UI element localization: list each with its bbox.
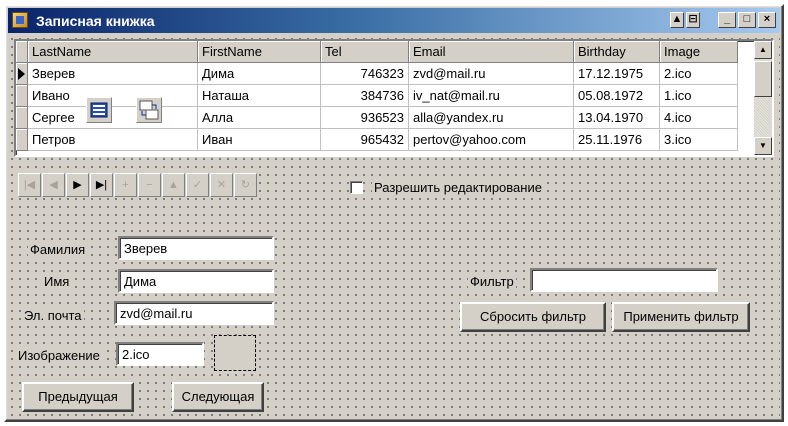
nav-edit-icon[interactable]: ▲ <box>162 173 185 197</box>
next-button[interactable]: Следующая <box>172 382 264 412</box>
row-indicator <box>16 107 28 129</box>
filter-input[interactable] <box>530 268 718 292</box>
table-cell[interactable]: Петров <box>28 129 198 151</box>
grid-mode-icon[interactable]: ⊟ <box>686 12 700 28</box>
scroll-thumb[interactable] <box>754 61 772 97</box>
table-cell[interactable]: 17.12.1975 <box>574 63 660 85</box>
column-header[interactable]: Image <box>660 41 738 63</box>
row-indicator <box>16 129 28 151</box>
nav-next-icon[interactable]: ▶ <box>66 173 89 197</box>
current-row-arrow-icon <box>18 68 25 80</box>
db-navigator: |◀ ◀ ▶ ▶| + − ▲ ✓ ✕ ↻ <box>18 173 258 199</box>
allow-edit-checkbox[interactable] <box>350 181 363 194</box>
close-button[interactable]: × <box>758 12 776 28</box>
image-preview <box>214 335 256 371</box>
firstname-field[interactable]: Дима <box>118 269 274 293</box>
table-cell[interactable]: Зверев <box>28 63 198 85</box>
table-cell[interactable]: 05.08.1972 <box>574 85 660 107</box>
table-cell[interactable]: 384736 <box>321 85 409 107</box>
table-cell[interactable]: Дима <box>198 63 321 85</box>
nav-last-icon[interactable]: ▶| <box>90 173 113 197</box>
lastname-field[interactable]: Зверев <box>118 236 274 260</box>
column-header[interactable]: LastName <box>28 41 198 63</box>
filter-label: Фильтр <box>468 273 516 291</box>
minimize-button[interactable]: _ <box>718 12 736 28</box>
nav-first-icon[interactable]: |◀ <box>18 173 41 197</box>
app-icon <box>12 12 28 28</box>
title-bar[interactable]: Записная книжка ▲ ⊟ _ □ × <box>8 8 780 33</box>
column-header[interactable]: FirstName <box>198 41 321 63</box>
table-row[interactable]: Петров Иван 965432 pertov@yahoo.com 25.1… <box>16 129 738 151</box>
table-cell[interactable]: 25.11.1976 <box>574 129 660 151</box>
header-indicator <box>16 41 28 63</box>
image-label: Изображение <box>16 347 102 365</box>
table-row[interactable]: Зверев Дима 746323 zvd@mail.ru 17.12.197… <box>16 63 738 85</box>
nav-cancel-icon[interactable]: ✕ <box>210 173 233 197</box>
apply-filter-button[interactable]: Применить фильтр <box>612 302 750 332</box>
table-cell[interactable]: 1.ico <box>660 85 738 107</box>
nav-refresh-icon[interactable]: ↻ <box>234 173 257 197</box>
column-header[interactable]: Tel <box>321 41 409 63</box>
window-title: Записная книжка <box>36 13 155 29</box>
table-cell[interactable]: 746323 <box>321 63 409 85</box>
nav-insert-icon[interactable]: + <box>114 173 137 197</box>
prev-button[interactable]: Предыдущая <box>22 382 134 412</box>
image-field[interactable]: 2.ico <box>116 342 204 366</box>
table-cell[interactable]: 13.04.1970 <box>574 107 660 129</box>
nav-prior-icon[interactable]: ◀ <box>42 173 65 197</box>
firstname-label: Имя <box>42 273 72 291</box>
table-cell[interactable]: 936523 <box>321 107 409 129</box>
table-cell[interactable]: pertov@yahoo.com <box>409 129 574 151</box>
table-cell[interactable]: Наташа <box>198 85 321 107</box>
data-grid[interactable]: LastName FirstName Tel Email Birthday Im… <box>14 39 774 157</box>
nav-post-icon[interactable]: ✓ <box>186 173 209 197</box>
table-cell[interactable]: Алла <box>198 107 321 129</box>
table-cell[interactable]: Иван <box>198 129 321 151</box>
nav-delete-icon[interactable]: − <box>138 173 161 197</box>
table-row[interactable]: Сергее Алла 936523 alla@yandex.ru 13.04.… <box>16 107 738 129</box>
email-label: Эл. почта <box>22 307 84 325</box>
maximize-button[interactable]: □ <box>738 12 756 28</box>
main-window: Записная книжка ▲ ⊟ _ □ × LastName First… <box>4 4 784 422</box>
table-row[interactable]: Ивано Наташа 384736 iv_nat@mail.ru 05.08… <box>16 85 738 107</box>
grid-nav-icon[interactable]: ▲ <box>670 12 684 28</box>
email-field[interactable]: zvd@mail.ru <box>114 301 274 325</box>
scroll-up-icon[interactable]: ▲ <box>754 41 772 59</box>
table-cell[interactable]: 965432 <box>321 129 409 151</box>
table-cell[interactable]: 2.ico <box>660 63 738 85</box>
form-client-area: LastName FirstName Tel Email Birthday Im… <box>8 35 780 418</box>
table-cell[interactable]: alla@yandex.ru <box>409 107 574 129</box>
lastname-label: Фамилия <box>28 241 88 259</box>
table-cell[interactable]: iv_nat@mail.ru <box>409 85 574 107</box>
column-header[interactable]: Birthday <box>574 41 660 63</box>
row-indicator <box>16 85 28 107</box>
table-cell[interactable]: zvd@mail.ru <box>409 63 574 85</box>
grid-header: LastName FirstName Tel Email Birthday Im… <box>16 41 738 63</box>
table-component-icon[interactable] <box>136 97 162 123</box>
table-cell[interactable]: 4.ico <box>660 107 738 129</box>
scroll-down-icon[interactable]: ▼ <box>754 137 772 155</box>
reset-filter-button[interactable]: Сбросить фильтр <box>460 302 606 332</box>
column-header[interactable]: Email <box>409 41 574 63</box>
table-cell[interactable]: 3.ico <box>660 129 738 151</box>
grid-vertical-scrollbar[interactable]: ▲ ▼ <box>754 41 772 155</box>
row-indicator <box>16 63 28 85</box>
table-cell[interactable]: Сергее <box>28 107 198 129</box>
datasource-component-icon[interactable] <box>86 97 112 123</box>
allow-edit-label: Разрешить редактирование <box>372 179 544 197</box>
table-cell[interactable]: Ивано <box>28 85 198 107</box>
